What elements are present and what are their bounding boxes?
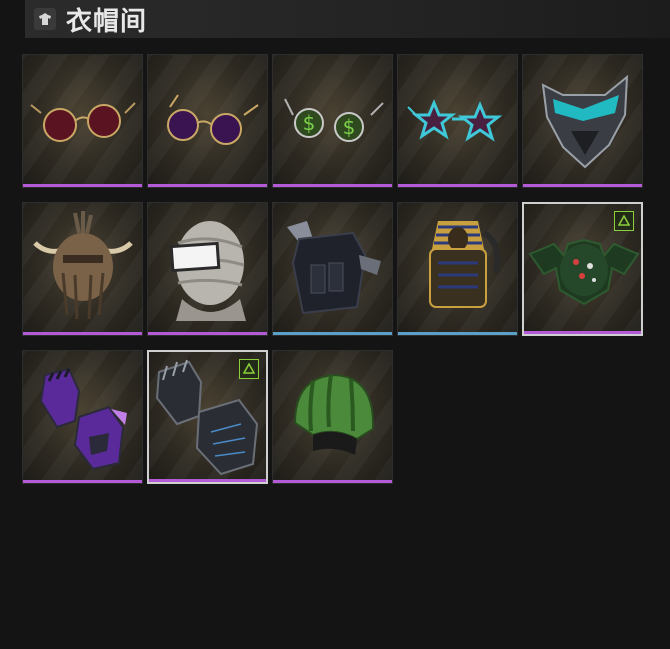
page-title: 衣帽间 <box>66 6 148 37</box>
rarity-bar <box>273 332 392 335</box>
item-round-red-sunglasses[interactable] <box>22 54 143 188</box>
star-shaped-glasses-icon <box>407 99 503 142</box>
recycle-icon <box>239 359 259 379</box>
rarity-bar <box>273 184 392 187</box>
round-purple-sunglasses-icon <box>167 94 259 145</box>
purple-gloves-icon <box>39 367 127 471</box>
watermelon-helmet-icon <box>293 373 375 455</box>
horned-tribal-helmet-icon <box>33 211 133 320</box>
tactical-vest-icon <box>287 221 381 315</box>
recycle-icon <box>614 211 634 231</box>
svg-text:$: $ <box>343 115 356 139</box>
rarity-bar <box>149 479 266 482</box>
item-watermelon-helmet[interactable] <box>272 350 393 484</box>
rarity-bar <box>148 332 267 335</box>
item-dark-claw-gloves[interactable] <box>147 350 268 484</box>
rarity-bar <box>524 331 641 334</box>
item-round-purple-sunglasses[interactable] <box>147 54 268 188</box>
item-bat-backpack[interactable] <box>522 202 643 336</box>
item-horned-tribal-helmet[interactable] <box>22 202 143 336</box>
item-grid: $ $ <box>22 54 643 484</box>
bandage-head-wrap-icon <box>169 221 246 321</box>
rarity-bar <box>23 332 142 335</box>
svg-text:$: $ <box>303 111 316 135</box>
rarity-bar <box>273 480 392 483</box>
pharaoh-backpack-icon <box>429 221 501 308</box>
cyber-face-mask-icon <box>541 74 629 169</box>
rarity-bar <box>398 184 517 187</box>
item-pharaoh-backpack[interactable] <box>397 202 518 336</box>
dollar-sign-glasses-icon: $ $ <box>284 98 384 142</box>
item-star-shaped-glasses[interactable] <box>397 54 518 188</box>
wardrobe-header: 衣帽间 <box>25 0 670 38</box>
wardrobe-icon[interactable] <box>34 8 56 30</box>
rarity-bar <box>148 184 267 187</box>
rarity-bar <box>523 184 642 187</box>
round-red-sunglasses-icon <box>30 102 136 142</box>
rarity-bar <box>23 480 142 483</box>
rarity-bar <box>23 184 142 187</box>
item-cyber-face-mask[interactable] <box>522 54 643 188</box>
item-tactical-vest[interactable] <box>272 202 393 336</box>
item-bandage-head-wrap[interactable] <box>147 202 268 336</box>
rarity-bar <box>398 332 517 335</box>
item-dollar-sign-glasses[interactable]: $ $ <box>272 54 393 188</box>
item-purple-gloves[interactable] <box>22 350 143 484</box>
